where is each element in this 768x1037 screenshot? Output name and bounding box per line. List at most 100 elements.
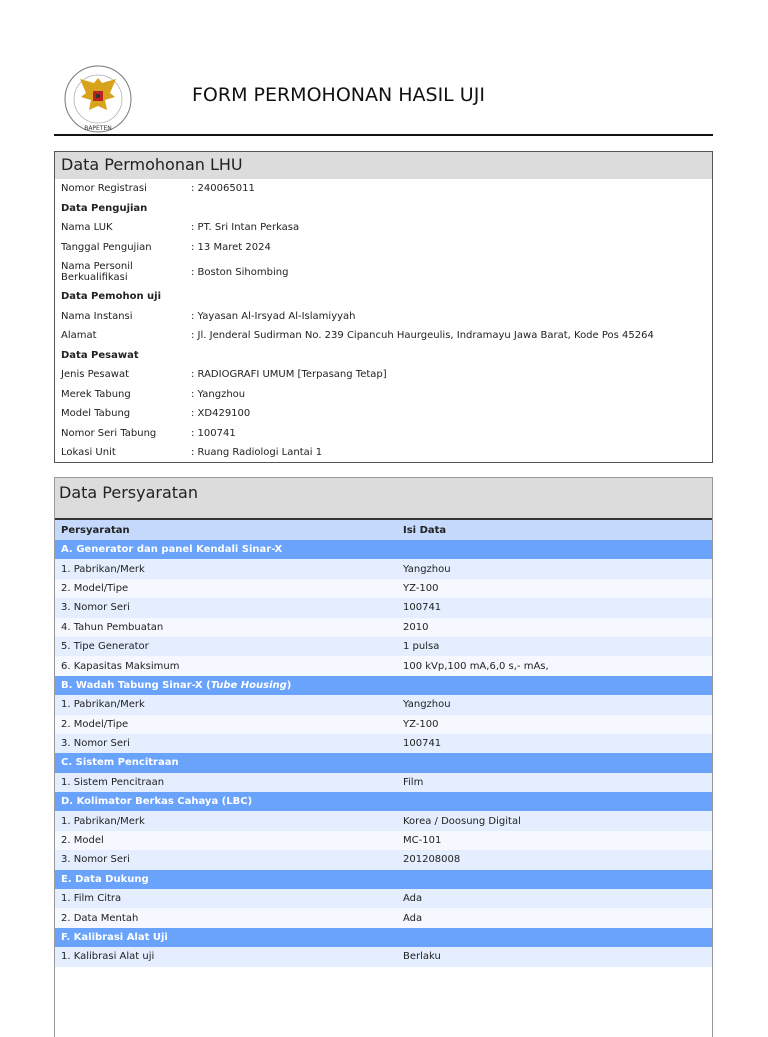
requirement-label: 2. Model/Tipe bbox=[61, 718, 129, 730]
data-permohonan-panel: Data Permohonan LHU Nomor Registrasi: 24… bbox=[54, 151, 713, 463]
field-label: Nomor Seri Tabung bbox=[61, 427, 157, 439]
requirement-label: 1. Film Citra bbox=[61, 893, 122, 905]
table-row: 3. Nomor Seri 100741 bbox=[55, 598, 712, 618]
section-label: B. Wadah Tabung Sinar-X (Tube Housing) bbox=[61, 680, 291, 691]
requirement-value: Film bbox=[403, 776, 424, 788]
table-row: 4. Tahun Pembuatan 2010 bbox=[55, 617, 712, 637]
requirement-value: Berlaku bbox=[403, 951, 441, 963]
field-label: Alamat bbox=[61, 330, 97, 342]
section-label: A. Generator dan panel Kendali Sinar-X bbox=[61, 544, 282, 555]
info-row: Alamat : Jl. Jenderal Sudirman No. 239 Ci… bbox=[55, 326, 712, 346]
requirement-value: Korea / Doosung Digital bbox=[403, 815, 521, 827]
field-label: Model Tabung bbox=[61, 408, 131, 420]
column-header-persyaratan: Persyaratan bbox=[61, 524, 130, 536]
field-label: Tanggal Pengujian bbox=[61, 241, 152, 253]
requirement-label: 5. Tipe Generator bbox=[61, 641, 149, 653]
requirement-label: 1. Pabrikan/Merk bbox=[61, 563, 145, 575]
field-label: Lokasi Unit bbox=[61, 447, 116, 459]
requirement-label: 1. Pabrikan/Merk bbox=[61, 699, 145, 711]
section-row: A. Generator dan panel Kendali Sinar-X bbox=[55, 540, 712, 560]
section-label: D. Kolimator Berkas Cahaya (LBC) bbox=[61, 796, 252, 807]
requirement-label: 1. Pabrikan/Merk bbox=[61, 815, 145, 827]
section-heading: Data Pengujian bbox=[55, 199, 712, 219]
field-value: : 240065011 bbox=[191, 183, 255, 195]
field-label: Jenis Pesawat bbox=[61, 369, 129, 381]
requirement-value: YZ-100 bbox=[403, 582, 439, 594]
field-label: Nama LUK bbox=[61, 222, 113, 234]
section-row: D. Kolimator Berkas Cahaya (LBC) bbox=[55, 792, 712, 812]
requirement-value: 2010 bbox=[403, 621, 429, 633]
table-row: 3. Nomor Seri 201208008 bbox=[55, 850, 712, 870]
requirement-value: Ada bbox=[403, 893, 423, 905]
requirement-value: 100 kVp,100 mA,6,0 s,- mAs, bbox=[403, 660, 549, 672]
requirement-label: 2. Model/Tipe bbox=[61, 582, 129, 594]
field-value: : Yangzhou bbox=[191, 388, 246, 400]
info-row: Nomor Seri Tabung: 100741 bbox=[55, 424, 712, 444]
section-text: B. Wadah Tabung Sinar-X ( bbox=[61, 679, 211, 691]
requirement-value: 100741 bbox=[403, 738, 442, 750]
requirement-label: 2. Model bbox=[61, 835, 104, 847]
field-value: : 13 Maret 2024 bbox=[191, 241, 271, 253]
section-row: C. Sistem Pencitraan bbox=[55, 753, 712, 773]
requirement-label: 4. Tahun Pembuatan bbox=[61, 621, 164, 633]
field-label: Nama Personil Berkualifikasi bbox=[61, 261, 133, 283]
table-row: 2. Model/Tipe YZ-100 bbox=[55, 714, 712, 734]
page-title: FORM PERMOHONAN HASIL UJI bbox=[192, 84, 485, 106]
field-value: : Ruang Radiologi Lantai 1 bbox=[191, 447, 323, 459]
table-row: 2. Model/Tipe YZ-100 bbox=[55, 578, 712, 599]
section-row: E. Data Dukung bbox=[55, 869, 712, 890]
section-heading: Data Pemohon uji bbox=[55, 287, 712, 307]
requirement-value: 100741 bbox=[403, 602, 442, 614]
requirement-value: 201208008 bbox=[403, 854, 461, 866]
section-label: Data Pesawat bbox=[61, 349, 139, 361]
section-heading: Data Pesawat bbox=[55, 346, 712, 366]
table-row: 1. Film Citra Ada bbox=[55, 889, 712, 909]
section-text: F. Kalibrasi Alat Uji bbox=[61, 932, 168, 943]
requirement-label: 3. Nomor Seri bbox=[61, 854, 130, 866]
section-text: A. Generator dan panel Kendali Sinar-X bbox=[61, 544, 283, 556]
requirement-label: 1. Sistem Pencitraan bbox=[61, 776, 165, 788]
requirement-value: 1 pulsa bbox=[403, 641, 440, 653]
panel-title: Data Persyaratan bbox=[55, 478, 712, 520]
field-value: : XD429100 bbox=[191, 408, 251, 420]
requirement-label: 2. Data Mentah bbox=[61, 912, 139, 924]
table-row: 2. Data Mentah Ada bbox=[55, 908, 712, 928]
section-row: F. Kalibrasi Alat Uji bbox=[55, 927, 712, 948]
info-row: Model Tabung : XD429100 bbox=[55, 404, 712, 424]
column-header-isi-data: Isi Data bbox=[403, 524, 447, 536]
data-persyaratan-panel: Data Persyaratan Persyaratan Isi Data A.… bbox=[54, 477, 713, 1037]
section-row: B. Wadah Tabung Sinar-X (Tube Housing) bbox=[55, 675, 712, 696]
requirement-value: MC-101 bbox=[403, 835, 442, 847]
divider bbox=[54, 134, 713, 136]
field-value: : PT. Sri Intan Perkasa bbox=[191, 222, 300, 234]
info-row: Lokasi Unit : Ruang Radiologi Lantai 1 bbox=[55, 443, 712, 463]
field-value: : Boston Sihombing bbox=[191, 266, 289, 278]
requirement-value: Yangzhou bbox=[403, 563, 451, 575]
section-label: E. Data Dukung bbox=[61, 874, 149, 885]
section-label: C. Sistem Pencitraan bbox=[61, 757, 179, 768]
section-label: F. Kalibrasi Alat Uji bbox=[61, 932, 168, 943]
field-value: : RADIOGRAFI UMUM [Terpasang Tetap] bbox=[191, 369, 387, 381]
table-row: 3. Nomor Seri 100741 bbox=[55, 733, 712, 754]
bapeten-logo: BAPETEN bbox=[58, 64, 138, 134]
info-row: Nama LUK : PT. Sri Intan Perkasa bbox=[55, 218, 712, 238]
field-value: : Jl. Jenderal Sudirman No. 239 Cipancuh… bbox=[191, 330, 654, 342]
info-row: Nomor Registrasi: 240065011 bbox=[55, 179, 712, 199]
table-row: 2. Model MC-101 bbox=[55, 830, 712, 851]
panel-title: Data Permohonan LHU bbox=[55, 152, 712, 179]
requirement-value: YZ-100 bbox=[403, 718, 439, 730]
section-label: Data Pengujian bbox=[61, 202, 148, 214]
field-value: : Yayasan Al-Irsyad Al-Islamiyyah bbox=[191, 310, 356, 322]
table-row: 5. Tipe Generator 1 pulsa bbox=[55, 636, 712, 657]
field-label: Merek Tabung bbox=[61, 388, 131, 400]
info-row: Jenis Pesawat : RADIOGRAFI UMUM [Terpasan… bbox=[55, 365, 712, 385]
requirement-value: Yangzhou bbox=[403, 699, 451, 711]
table-row: 1. Pabrikan/Merk Yangzhou bbox=[55, 695, 712, 715]
table-row: 1. Pabrikan/Merk Korea / Doosung Digital bbox=[55, 811, 712, 831]
field-label: Nama Instansi bbox=[61, 310, 133, 322]
info-row: Nama Personil Berkualifikasi : Boston Sih… bbox=[55, 257, 712, 287]
table-row: 1. Sistem Pencitraan Film bbox=[55, 772, 712, 793]
table-row: 6. Kapasitas Maksimum 100 kVp,100 mA,6,0 … bbox=[55, 656, 712, 676]
section-end: ) bbox=[286, 679, 292, 691]
requirement-label: 6. Kapasitas Maksimum bbox=[61, 660, 180, 672]
